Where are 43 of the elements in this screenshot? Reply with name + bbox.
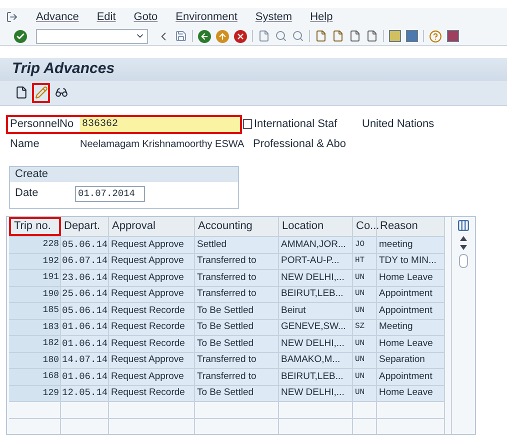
scroll-down-icon[interactable] — [460, 245, 467, 250]
organization-text: United Nations — [362, 116, 434, 132]
table-cell: 168 — [9, 369, 61, 384]
glasses-icon — [54, 86, 68, 100]
staff-type-text: International Staf — [254, 116, 338, 132]
table-cell: 191 — [9, 270, 61, 286]
date-field[interactable]: 01.07.2014 — [75, 186, 145, 202]
table-cell: 192 — [9, 254, 61, 269]
table-cell: 129 — [9, 386, 61, 401]
cancel-icon[interactable] — [234, 30, 247, 43]
help-icon[interactable] — [429, 30, 442, 43]
table-cell: 185 — [9, 303, 61, 318]
field-label: Name — [9, 136, 40, 152]
menu-item[interactable]: Advance — [36, 9, 79, 26]
column-settings-icon[interactable] — [457, 219, 470, 232]
group-title: Create — [15, 166, 48, 182]
column-header[interactable]: Trip no. — [9, 217, 61, 236]
scrollbar-thumb[interactable] — [459, 254, 468, 268]
table-cell: 183 — [9, 320, 61, 335]
confirm-icon[interactable] — [14, 30, 27, 43]
search-next-icon[interactable] — [292, 30, 304, 42]
menu-item[interactable]: Environment — [176, 9, 238, 26]
table-cell: 228 — [9, 237, 61, 252]
employee-name-text: Neelamagam Krishnamoorthy ESWA — [80, 138, 246, 152]
new-document-icon — [14, 86, 28, 100]
grade-text: Professional & Abo — [253, 136, 346, 152]
menu-item[interactable]: System — [255, 9, 292, 26]
pencil-icon — [34, 86, 48, 100]
table-cell: 182 — [9, 336, 61, 352]
field-label: Date — [15, 186, 40, 202]
search-icon[interactable] — [275, 30, 287, 42]
menu-item[interactable]: Help — [310, 9, 333, 26]
edit-button[interactable] — [32, 82, 50, 103]
search-help-icon[interactable] — [243, 119, 252, 130]
menu-item[interactable]: Edit — [96, 9, 116, 26]
exit-icon[interactable] — [6, 11, 18, 24]
table-cell: 190 — [9, 286, 61, 302]
menu-item[interactable]: Goto — [134, 9, 158, 26]
command-field[interactable] — [36, 28, 148, 44]
scroll-up-icon[interactable] — [460, 236, 467, 241]
page-title: Trip Advances — [12, 58, 115, 79]
table-cell: 180 — [9, 352, 61, 368]
save-icon[interactable] — [175, 30, 187, 42]
